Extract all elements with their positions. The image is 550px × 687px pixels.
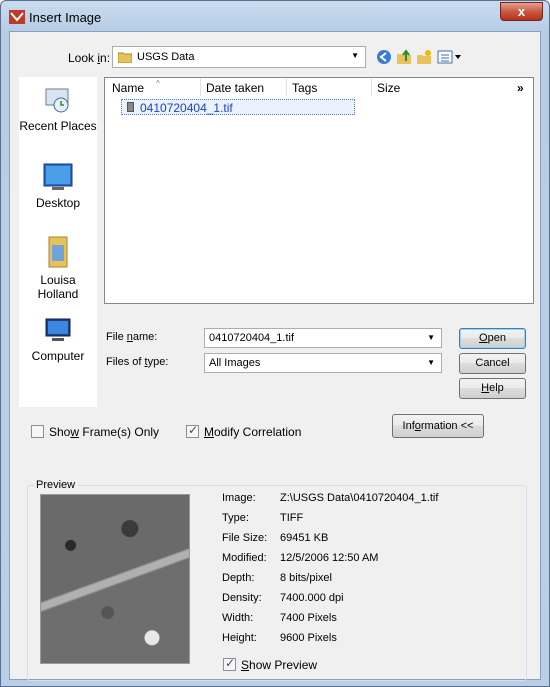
file-row[interactable]: 0410720404_1.tif (121, 99, 355, 115)
close-button[interactable]: x (500, 2, 543, 21)
file-name-label: File name: (106, 331, 158, 343)
information-button[interactable]: Information << (392, 414, 484, 438)
chevron-down-icon: ▼ (351, 51, 359, 60)
open-button[interactable]: Open (459, 328, 526, 349)
info-key: Depth: (222, 572, 255, 584)
column-header-date-taken[interactable]: Date taken (206, 81, 264, 95)
chevron-down-icon: ▼ (427, 333, 435, 342)
look-in-label: Look in: (68, 51, 111, 65)
files-of-type-value: All Images (209, 357, 261, 369)
column-header-tags[interactable]: Tags (292, 81, 317, 95)
look-in-dropdown[interactable]: USGS Data ▼ (112, 46, 366, 68)
look-in-value: USGS Data (137, 51, 195, 63)
show-preview-checkbox[interactable] (223, 656, 236, 671)
computer-icon (45, 318, 71, 341)
show-frames-checkbox[interactable] (31, 425, 44, 438)
file-name-value: 0410720404_1.tif (209, 332, 295, 344)
column-header-name[interactable]: Name ^ (112, 79, 160, 95)
info-value-height: 9600 Pixels (280, 632, 337, 644)
modify-correlation-label[interactable]: Modify Correlation (204, 425, 301, 439)
info-key: Image: (222, 492, 256, 504)
info-value-file-size: 69451 KB (280, 532, 329, 544)
view-menu-icon[interactable] (437, 49, 463, 65)
title-bar[interactable]: Insert Image x (1, 1, 549, 31)
files-of-type-label: Files of type: (106, 356, 169, 368)
desktop-icon (43, 163, 73, 190)
column-separator[interactable] (200, 78, 201, 96)
desktop-label: Desktop (35, 196, 81, 210)
file-name: 0410720404_1.tif (140, 101, 233, 115)
place-computer[interactable]: Computer (19, 317, 97, 363)
place-desktop[interactable]: Desktop (19, 162, 97, 210)
user-folder-icon (48, 236, 68, 268)
files-of-type-dropdown[interactable]: All Images ▼ (204, 353, 442, 373)
up-folder-icon[interactable] (396, 49, 412, 65)
file-icon (127, 102, 134, 112)
column-header-size[interactable]: Size (377, 81, 400, 95)
info-value-density: 7400.000 dpi (280, 592, 344, 604)
info-value-width: 7400 Pixels (280, 612, 337, 624)
info-key: File Size: (222, 532, 268, 544)
preview-image (40, 494, 190, 664)
preview-title: Preview (34, 479, 78, 491)
show-preview-label[interactable]: Show Preview (241, 658, 317, 672)
info-key: Type: (222, 512, 249, 524)
new-folder-icon[interactable] (416, 49, 432, 65)
user-folder-label-line2: Holland (37, 287, 79, 301)
insert-image-dialog: Insert Image x Look in: USGS Data ▼ Rece… (0, 0, 550, 687)
cancel-button[interactable]: Cancel (459, 353, 526, 374)
modify-correlation-checkbox[interactable] (186, 423, 199, 438)
more-columns-button[interactable]: » (517, 81, 524, 95)
back-icon[interactable] (376, 49, 392, 65)
column-separator[interactable] (286, 78, 287, 96)
recent-places-icon (45, 88, 69, 113)
app-icon (9, 10, 25, 24)
info-value-type: TIFF (280, 512, 304, 524)
place-recent-places[interactable]: Recent Places (19, 85, 97, 133)
column-separator[interactable] (371, 78, 372, 96)
user-folder-label-line1: Louisa (40, 273, 76, 287)
show-frames-label[interactable]: Show Frame(s) Only (49, 425, 159, 439)
recent-places-label: Recent Places (19, 119, 97, 133)
file-list: Name ^ Date taken Tags Size » 0410720404… (104, 77, 534, 304)
computer-label: Computer (31, 349, 85, 363)
info-value-image: Z:\USGS Data\0410720404_1.tif (280, 492, 439, 504)
window-title: Insert Image (29, 10, 102, 25)
dialog-body: Look in: USGS Data ▼ Recent Places Deskt… (9, 31, 541, 681)
info-value-modified: 12/5/2006 12:50 AM (280, 552, 379, 564)
folder-icon (118, 52, 132, 63)
place-user-folder[interactable]: Louisa Holland (19, 235, 97, 301)
chevron-down-icon: ▼ (427, 358, 435, 367)
help-button[interactable]: Help (459, 378, 526, 399)
places-bar: Recent Places Desktop Louisa Holland Com… (19, 77, 97, 407)
info-value-depth: 8 bits/pixel (280, 572, 332, 584)
info-key: Modified: (222, 552, 267, 564)
info-key: Width: (222, 612, 254, 624)
info-key: Density: (222, 592, 262, 604)
file-name-field[interactable]: 0410720404_1.tif ▼ (204, 328, 442, 348)
sort-arrow-icon: ^ (156, 79, 160, 88)
info-key: Height: (222, 632, 257, 644)
